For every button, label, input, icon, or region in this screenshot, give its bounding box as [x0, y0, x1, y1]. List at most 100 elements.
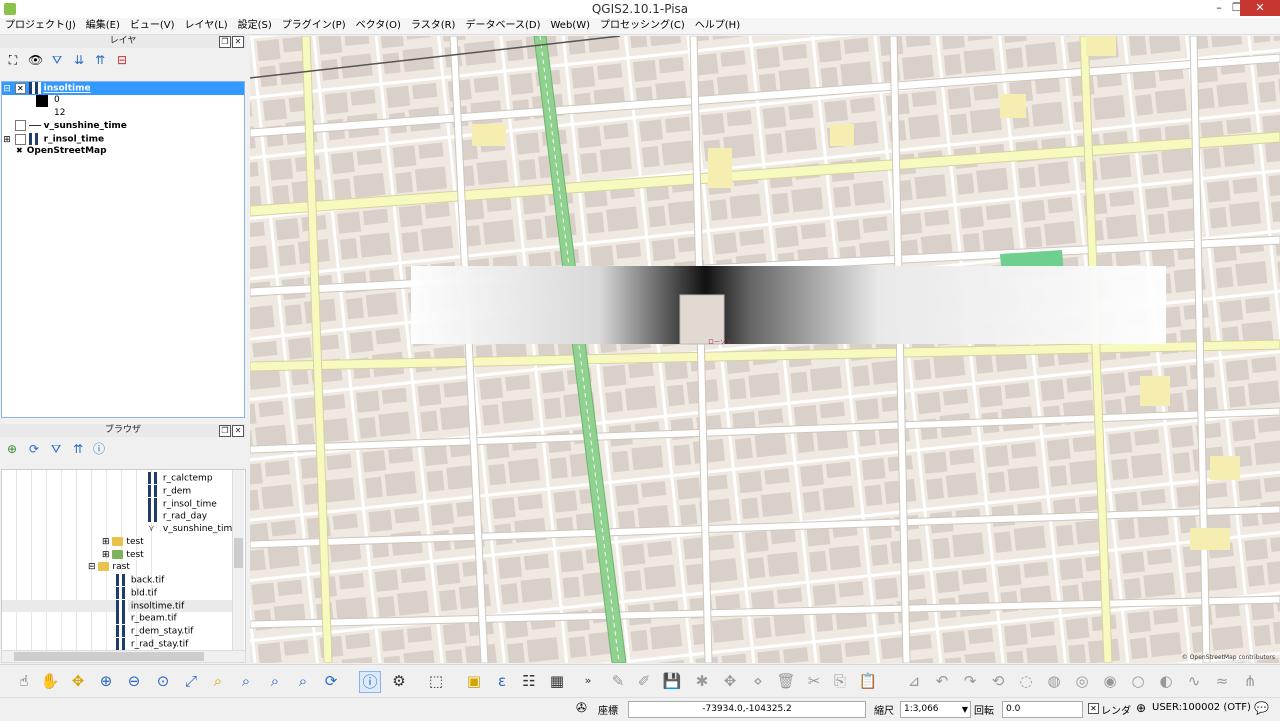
browser-item-r-insol-time[interactable]: r_insol_time [148, 498, 217, 510]
digitize-icon[interactable]: ⊿ [904, 671, 924, 691]
delete-selected-icon[interactable]: 🗑 [776, 671, 796, 691]
delete-ring-icon[interactable]: ○ [1128, 671, 1148, 691]
chevron-down-icon[interactable]: ▼ [962, 702, 968, 717]
expression-select-icon[interactable]: ε [492, 671, 512, 691]
browser-item-back[interactable]: back.tif [116, 574, 164, 586]
menu-edit[interactable]: 編集(E) [81, 18, 125, 34]
browser-item-r-calctemp[interactable]: r_calctemp [148, 472, 213, 484]
info-icon[interactable]: ⓘ [92, 442, 106, 456]
expand-icon[interactable]: ⊞ [102, 550, 110, 560]
simplify-icon[interactable]: ◌ [1016, 671, 1036, 691]
remove-layer-icon[interactable]: ⊟ [115, 53, 129, 67]
rotate-icon[interactable]: ⟲ [988, 671, 1008, 691]
fill-ring-icon[interactable]: ◉ [1100, 671, 1120, 691]
zoom-next-icon[interactable]: ⌕ [293, 671, 313, 691]
expand-icon[interactable]: ⊞ [102, 537, 110, 547]
browser-item-insoltime[interactable]: insoltime.tif [116, 600, 184, 612]
map-canvas[interactable]: © OpenStreetMap contributors ローソン [250, 36, 1280, 663]
node-tool-icon[interactable]: ⋄ [748, 671, 768, 691]
render-checkbox[interactable]: ✕ [1088, 703, 1099, 714]
crs-globe-icon[interactable]: ⊕ [1136, 701, 1146, 716]
toggle-editing-icon[interactable]: ✐ [634, 671, 654, 691]
crs-status[interactable]: USER:100002 (OTF) [1152, 702, 1251, 713]
identify-icon[interactable]: ⓘ [359, 671, 381, 693]
menu-view[interactable]: ビュー(V) [125, 18, 180, 34]
hscroll-thumb[interactable] [14, 652, 204, 661]
refresh-icon[interactable]: ⟳ [27, 442, 41, 456]
add-ring-icon[interactable]: ◍ [1044, 671, 1064, 691]
zoom-in-icon[interactable]: ⊕ [96, 671, 116, 691]
browser-item-bld[interactable]: bld.tif [116, 587, 157, 599]
close-panel-icon[interactable]: ✕ [232, 425, 244, 437]
close-window-button[interactable]: ✕ [1240, 0, 1280, 16]
layer-visibility-checkbox[interactable]: ✖ [15, 146, 24, 155]
layer-visibility-checkbox[interactable]: ✕ [14, 82, 26, 94]
filter-icon[interactable]: ⛛ [49, 442, 63, 456]
zoom-layer-icon[interactable]: ⌕ [236, 671, 256, 691]
reshape-icon[interactable]: ∿ [1184, 671, 1204, 691]
pan-to-selection-icon[interactable]: ✥ [68, 671, 88, 691]
zoom-selection-icon[interactable]: ⌕ [208, 671, 228, 691]
zoom-full-icon[interactable]: ⤢ [181, 671, 201, 691]
pan-icon[interactable]: ✋ [40, 671, 60, 691]
layer-item-openstreetmap[interactable]: ✖ OpenStreetMap [2, 145, 107, 158]
float-panel-icon[interactable]: ❐ [219, 36, 231, 48]
browser-item-r-rad-stay[interactable]: r_rad_stay.tif [116, 638, 188, 650]
manage-visibility-icon[interactable]: 👁 [28, 53, 43, 67]
move-feature-icon[interactable]: ✥ [720, 671, 740, 691]
menu-raster[interactable]: ラスタ(R) [406, 18, 461, 34]
layer-item-insoltime[interactable]: ⊟ ✕ insoltime [2, 82, 244, 95]
layer-visibility-checkbox[interactable] [14, 120, 26, 131]
field-calculator-icon[interactable]: ▦ [547, 671, 567, 691]
coordinate-toggle-icon[interactable]: ✇ [576, 701, 587, 716]
redo-icon[interactable]: ↷ [960, 671, 980, 691]
edit-pencil-icon[interactable]: ✎ [608, 671, 628, 691]
map-attribution[interactable]: © OpenStreetMap contributors [1182, 654, 1275, 661]
layer-visibility-checkbox[interactable] [14, 133, 26, 145]
menu-processing[interactable]: プロセッシング(C) [595, 18, 690, 34]
layer-item-v-sunshine-time[interactable]: v_sunshine_time [2, 120, 127, 133]
menu-database[interactable]: データベース(D) [460, 18, 545, 34]
expand-all-icon[interactable]: ⇊ [72, 53, 86, 67]
add-part-icon[interactable]: ◎ [1072, 671, 1092, 691]
messages-icon[interactable]: 💬 [1254, 701, 1269, 716]
menu-layer[interactable]: レイヤ(L) [180, 18, 233, 34]
add-feature-icon[interactable]: ✱ [692, 671, 712, 691]
browser-horizontal-scrollbar[interactable] [1, 650, 246, 663]
offset-curve-icon[interactable]: ≈ [1212, 671, 1232, 691]
zoom-native-icon[interactable]: ⊙ [153, 671, 173, 691]
copy-icon[interactable]: ⎘ [830, 671, 850, 691]
zoom-last-icon[interactable]: ⌕ [265, 671, 285, 691]
menu-web[interactable]: Web(W) [545, 18, 595, 34]
collapse-all-icon[interactable]: ⇈ [93, 53, 107, 67]
collapse-toggle-icon[interactable]: ⊟ [2, 83, 12, 96]
paste-icon[interactable]: 📋 [858, 671, 878, 691]
browser-item-test-1[interactable]: ⊞ test [102, 536, 144, 548]
add-selected-icon[interactable]: ⊕ [5, 442, 19, 456]
undo-icon[interactable]: ↶ [932, 671, 952, 691]
rotation-spinbox[interactable]: 0.0 [1002, 701, 1083, 718]
scrollbar-thumb[interactable] [234, 538, 243, 568]
collapse-all-icon[interactable]: ⇈ [71, 442, 85, 456]
close-panel-icon[interactable]: ✕ [232, 36, 244, 48]
menu-plugins[interactable]: プラグイン(P) [277, 18, 351, 34]
select-feature-icon[interactable]: ⬚ [426, 671, 446, 691]
menu-settings[interactable]: 設定(S) [233, 18, 277, 34]
zoom-out-icon[interactable]: ⊖ [124, 671, 144, 691]
browser-item-r-beam[interactable]: r_beam.tif [116, 612, 177, 624]
filter-legend-icon[interactable]: ⛛ [50, 53, 64, 67]
browser-item-rast[interactable]: ⊟ rast [88, 561, 130, 573]
browser-item-r-dem-stay[interactable]: r_dem_stay.tif [116, 625, 193, 637]
browser-item-r-rad-day[interactable]: r_rad_day [148, 510, 207, 522]
coordinate-field[interactable]: -73934.0,-104325.2 [628, 701, 866, 718]
refresh-map-icon[interactable]: ⟳ [321, 671, 341, 691]
save-edits-icon[interactable]: 💾 [662, 671, 682, 691]
cut-icon[interactable]: ✂ [804, 671, 824, 691]
browser-item-test-2[interactable]: ⊞ test [102, 549, 144, 561]
menu-project[interactable]: プロジェクト(J) [0, 18, 81, 34]
toolbar-overflow-icon[interactable]: » [578, 671, 598, 691]
add-group-icon[interactable]: ⛶ [6, 53, 20, 67]
browser-vertical-scrollbar[interactable] [232, 470, 244, 650]
delete-part-icon[interactable]: ◐ [1156, 671, 1176, 691]
browser-item-v-sunshine-time[interactable]: ⋎ v_sunshine_time [148, 523, 238, 535]
